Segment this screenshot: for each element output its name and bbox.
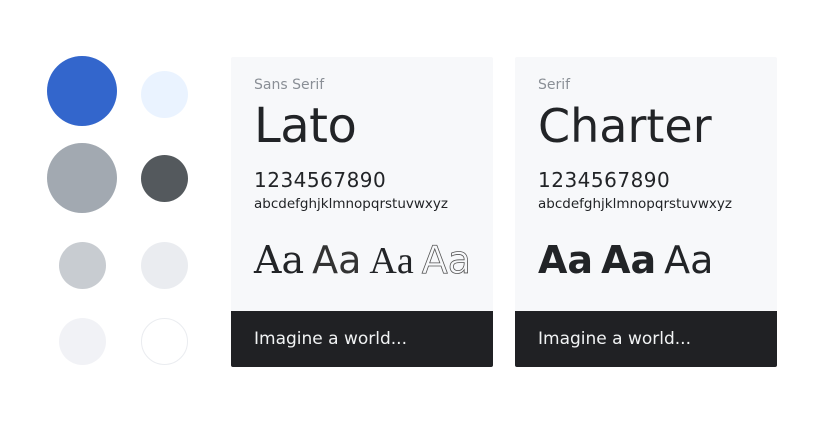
digits-sample: 1234567890 <box>538 168 671 192</box>
card-category-label: Sans Serif <box>254 77 325 93</box>
swatch-gray-300 <box>59 242 106 289</box>
sample-serif-semibold: Aa <box>369 240 414 282</box>
preview-text: Imagine a world... <box>538 329 691 349</box>
preview-footer: Imagine a world... <box>231 311 493 367</box>
weight-samples: Aa Aa Aa <box>538 237 721 283</box>
sample-sans-light: Aa <box>312 238 362 282</box>
sample-sans-bold: Aa <box>538 238 594 282</box>
typeface-name: Charter <box>538 99 712 153</box>
typeface-name: Lato <box>254 98 357 154</box>
digits-sample: 1234567890 <box>254 168 387 192</box>
typeface-card-sans: Sans Serif Lato 1234567890 abcdefghjklmn… <box>231 57 493 367</box>
swatch-primary-light <box>141 71 188 118</box>
swatch-white <box>141 318 188 365</box>
sample-sans-bold-2: Aa <box>601 238 657 282</box>
card-category-label: Serif <box>538 77 571 93</box>
sample-sans-thin: Aa <box>421 238 471 283</box>
preview-footer: Imagine a world... <box>515 311 777 367</box>
weight-samples: Aa Aa Aa Aa <box>254 237 479 284</box>
alphabet-sample: abcdefghjklmnopqrstuvwxyz <box>254 196 448 212</box>
alphabet-sample: abcdefghjklmnopqrstuvwxyz <box>538 196 732 212</box>
swatch-gray-200 <box>141 242 188 289</box>
swatch-gray-500 <box>47 143 117 213</box>
typeface-card-serif: Serif Charter 1234567890 abcdefghjklmnop… <box>515 57 777 367</box>
swatch-primary <box>47 56 117 126</box>
sample-sans-regular: Aa <box>664 238 714 282</box>
swatch-gray-100 <box>59 318 106 365</box>
sample-serif-regular: Aa <box>254 238 305 282</box>
swatch-gray-700 <box>141 155 188 202</box>
preview-text: Imagine a world... <box>254 329 407 349</box>
